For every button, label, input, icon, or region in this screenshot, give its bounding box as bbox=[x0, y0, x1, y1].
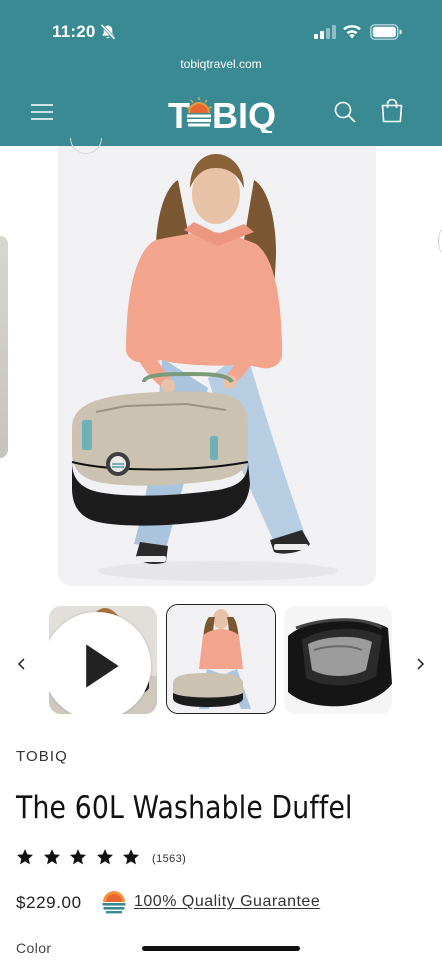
shopping-bag-icon[interactable] bbox=[378, 97, 406, 125]
battery-icon bbox=[370, 24, 402, 40]
product-title: The 60L Washable Duffel bbox=[16, 790, 353, 826]
star-icon bbox=[122, 849, 140, 865]
status-bar: 11:20 bbox=[0, 0, 442, 52]
wifi-icon bbox=[343, 25, 361, 39]
thumbnail-video[interactable] bbox=[49, 606, 157, 714]
previous-slide-peek[interactable] bbox=[0, 236, 8, 458]
top-bar: 11:20 tobiqtravel.com T BIQ bbox=[0, 0, 442, 146]
product-price: $229.00 bbox=[16, 893, 82, 912]
sun-badge-icon bbox=[101, 889, 127, 915]
svg-text:BIQ: BIQ bbox=[212, 95, 276, 133]
chevron-left-icon[interactable] bbox=[14, 656, 30, 672]
cellular-signal-icon bbox=[314, 25, 336, 39]
search-icon[interactable] bbox=[332, 99, 358, 125]
star-rating[interactable] bbox=[16, 846, 149, 868]
star-icon bbox=[96, 849, 113, 865]
home-indicator bbox=[142, 946, 300, 951]
product-photo-model-with-duffel bbox=[58, 146, 376, 586]
thumbnail-selected[interactable] bbox=[166, 604, 276, 714]
thumbnail-selected-image bbox=[167, 605, 275, 713]
review-count[interactable]: (1563) bbox=[152, 853, 186, 865]
bell-slash-icon bbox=[100, 24, 116, 40]
color-option-label: Color bbox=[16, 940, 52, 956]
site-header: T BIQ bbox=[0, 84, 442, 146]
tobiq-logo[interactable]: T BIQ bbox=[166, 91, 276, 133]
quality-guarantee-link[interactable]: 100% Quality Guarantee bbox=[134, 893, 320, 911]
star-icon bbox=[16, 849, 34, 865]
thumbnail-interior[interactable] bbox=[284, 606, 392, 714]
star-icon bbox=[69, 849, 87, 865]
hamburger-menu-icon[interactable] bbox=[28, 98, 56, 126]
product-main-image[interactable] bbox=[58, 146, 376, 586]
thumbnail-carousel bbox=[0, 604, 442, 716]
thumbnail-interior-image bbox=[284, 606, 392, 714]
star-icon bbox=[43, 849, 60, 865]
status-time: 11:20 bbox=[52, 22, 96, 41]
chevron-right-icon[interactable] bbox=[412, 656, 428, 672]
svg-text:T: T bbox=[168, 95, 190, 133]
next-slide-peek[interactable] bbox=[438, 230, 442, 252]
browser-url[interactable]: tobiqtravel.com bbox=[0, 57, 442, 71]
product-vendor[interactable]: TOBIQ bbox=[16, 748, 68, 765]
